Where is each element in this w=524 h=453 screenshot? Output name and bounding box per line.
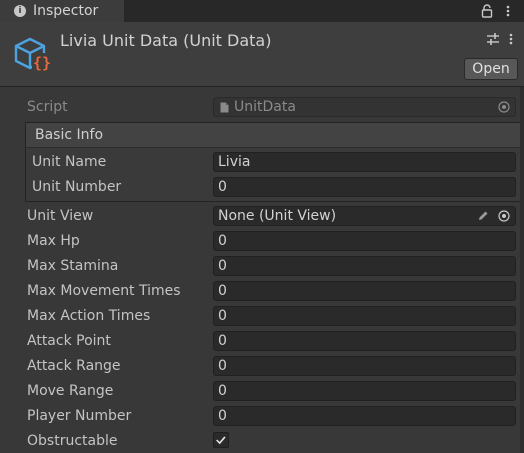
max-action-times-value: 0 [218,308,227,324]
max-movement-times-field[interactable]: 0 [213,281,516,301]
attack-range-value: 0 [218,358,227,374]
attack-range-label: Attack Range [27,358,121,374]
pencil-icon[interactable] [477,210,489,222]
script-field: UnitData [213,97,516,117]
player-number-value: 0 [218,408,227,424]
obstructable-checkbox[interactable] [213,432,229,448]
max-stamina-value: 0 [218,258,227,274]
max-movement-times-value: 0 [218,283,227,299]
kebab-menu-icon[interactable] [505,4,511,18]
attack-point-field[interactable]: 0 [213,331,516,351]
tab-inspector[interactable]: i Inspector [0,0,124,22]
scrollbar-track[interactable] [520,87,524,453]
unit-view-label: Unit View [27,208,94,224]
script-label: Script [27,99,68,115]
max-hp-field[interactable]: 0 [213,231,516,251]
preset-settings-icon[interactable] [486,32,500,46]
unit-name-label: Unit Name [32,154,107,170]
max-movement-times-label: Max Movement Times [27,283,181,299]
info-icon: i [14,5,26,17]
unit-name-value: Livia [218,154,251,170]
object-picker-icon[interactable] [498,210,510,222]
basic-info-foldout[interactable]: Basic Info [26,123,524,148]
unit-view-value: None (Unit View) [218,208,337,224]
inspector-header: {} Livia Unit Data (Unit Data) Open [0,22,524,87]
tab-strip: i Inspector [0,0,524,22]
more-options-icon[interactable] [509,32,513,46]
max-stamina-field[interactable]: 0 [213,256,516,276]
unit-number-value: 0 [218,179,227,195]
max-hp-label: Max Hp [27,233,80,249]
tab-label: Inspector [33,3,99,19]
max-hp-value: 0 [218,233,227,249]
player-number-field[interactable]: 0 [213,406,516,426]
unit-number-field[interactable]: 0 [213,177,516,197]
cs-script-icon [220,102,229,113]
object-picker-icon[interactable] [498,101,510,113]
unit-view-field[interactable]: None (Unit View) [213,206,516,226]
scriptable-object-icon: {} [14,37,52,73]
open-button[interactable]: Open [464,58,518,80]
asset-title: Livia Unit Data (Unit Data) [60,31,272,50]
attack-point-label: Attack Point [27,333,111,349]
max-stamina-label: Max Stamina [27,258,119,274]
basic-info-title: Basic Info [35,127,104,143]
max-action-times-field[interactable]: 0 [213,306,516,326]
svg-text:{}: {} [33,54,51,72]
unit-number-label: Unit Number [32,179,122,195]
attack-point-value: 0 [218,333,227,349]
move-range-field[interactable]: 0 [213,381,516,401]
move-range-value: 0 [218,383,227,399]
max-action-times-label: Max Action Times [27,308,151,324]
script-value: UnitData [234,99,296,115]
checkmark-icon [216,436,226,445]
lock-icon[interactable] [480,4,494,18]
unit-name-field[interactable]: Livia [213,152,516,172]
obstructable-label: Obstructable [27,433,118,449]
attack-range-field[interactable]: 0 [213,356,516,376]
move-range-label: Move Range [27,383,114,399]
player-number-label: Player Number [27,408,132,424]
